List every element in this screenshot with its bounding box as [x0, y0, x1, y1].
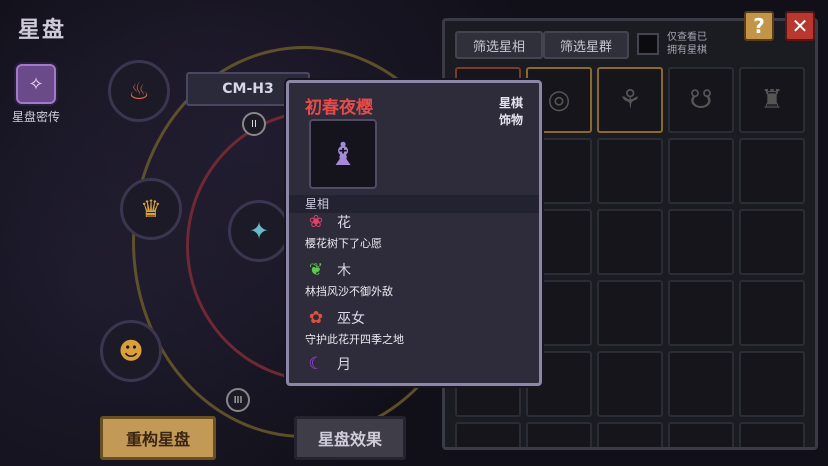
inventory-slot[interactable] [739, 280, 805, 346]
star-scroll-icon: ✧ [16, 64, 56, 104]
inventory-slot[interactable] [597, 209, 663, 275]
secret-button[interactable]: ✧ 星盘密传 [8, 64, 64, 125]
close-button[interactable]: ✕ [785, 11, 815, 41]
inventory-slot[interactable] [526, 422, 592, 447]
aspect-name: 木 [337, 263, 351, 279]
page-title: 星盘 [18, 18, 67, 43]
roman-numeral-ii: II [242, 112, 266, 136]
flame-mask-icon: ♨ [128, 77, 150, 105]
inventory-slot[interactable] [668, 280, 734, 346]
only-owned-label: 仅查看已 拥有星棋 [667, 32, 707, 56]
shrine-maiden-icon: ♝ [328, 135, 358, 173]
leaf-bug-icon: ✦ [248, 217, 270, 245]
inventory-slot[interactable] [739, 209, 805, 275]
inventory-slot[interactable] [668, 209, 734, 275]
aspect-name: 月 [337, 357, 351, 373]
red-beetle-icon: ✿ [308, 308, 324, 328]
aspect-item: ❦ 木 林挡风沙不御外敌 [305, 259, 535, 299]
inventory-slot[interactable] [739, 422, 805, 447]
aspect-desc: 林挡风沙不御外敌 [305, 285, 393, 298]
filter-group-button[interactable]: 筛选星群 [543, 31, 629, 59]
item-type-kind: 饰物 [498, 113, 523, 127]
item-name: 初春夜樱 [305, 98, 373, 118]
item-type: 星棋 饰物 [499, 95, 523, 129]
inventory-slot[interactable]: ⚘ [597, 67, 663, 133]
butterfly-icon: ❀ [308, 212, 324, 232]
disk-effect-button[interactable]: 星盘效果 [294, 416, 406, 460]
inventory-slot[interactable] [668, 351, 734, 417]
item-portrait: ♝ [309, 119, 377, 189]
rebuild-disk-button[interactable]: 重构星盘 [100, 416, 216, 460]
aspect-name: 花 [337, 215, 351, 231]
inventory-slot[interactable] [597, 280, 663, 346]
disk-node-skull[interactable]: ☻ [100, 320, 162, 382]
inventory-slot[interactable] [597, 422, 663, 447]
inventory-slot[interactable] [597, 351, 663, 417]
crescent-moon-icon: ☾ [308, 354, 324, 374]
disk-node-flame[interactable]: ♨ [108, 60, 170, 122]
aspect-item: ❀ 花 樱花树下了心愿 [305, 211, 535, 251]
inventory-slot[interactable] [739, 138, 805, 204]
green-leaf-icon: ❦ [308, 260, 324, 280]
filter-aspect-button[interactable]: 筛选星相 [455, 31, 543, 59]
item-type-category: 星棋 [498, 96, 523, 110]
horned-helmet-icon: ♛ [140, 195, 162, 223]
item-tooltip: 初春夜樱 星棋 饰物 ♝ 星相 ❀ 花 樱花树下了心愿 ❦ 木 林挡风沙不御外敌… [286, 80, 542, 386]
aspect-desc: 守护此花开四季之地 [305, 333, 404, 346]
inventory-slot[interactable] [668, 422, 734, 447]
inventory-slot[interactable] [739, 351, 805, 417]
skull-icon: ☻ [118, 337, 144, 365]
disk-node-helmet[interactable]: ♛ [120, 178, 182, 240]
help-button[interactable]: ? [744, 11, 774, 41]
inventory-slot[interactable]: ♜ [739, 67, 805, 133]
aspect-name: 巫女 [337, 311, 365, 327]
only-owned-checkbox[interactable] [637, 33, 659, 55]
inventory-slot[interactable] [668, 138, 734, 204]
aspect-desc: 樱花树下了心愿 [305, 237, 382, 250]
disk-node-leaf[interactable]: ✦ [228, 200, 290, 262]
aspect-item: ☾ 月 [305, 353, 535, 377]
aspect-item: ✿ 巫女 守护此花开四季之地 [305, 307, 535, 347]
roman-numeral-iii: III [226, 388, 250, 412]
inventory-slot[interactable] [597, 138, 663, 204]
inventory-slot[interactable] [455, 422, 521, 447]
secret-label: 星盘密传 [11, 110, 60, 124]
inventory-slot[interactable]: ☋ [668, 67, 734, 133]
